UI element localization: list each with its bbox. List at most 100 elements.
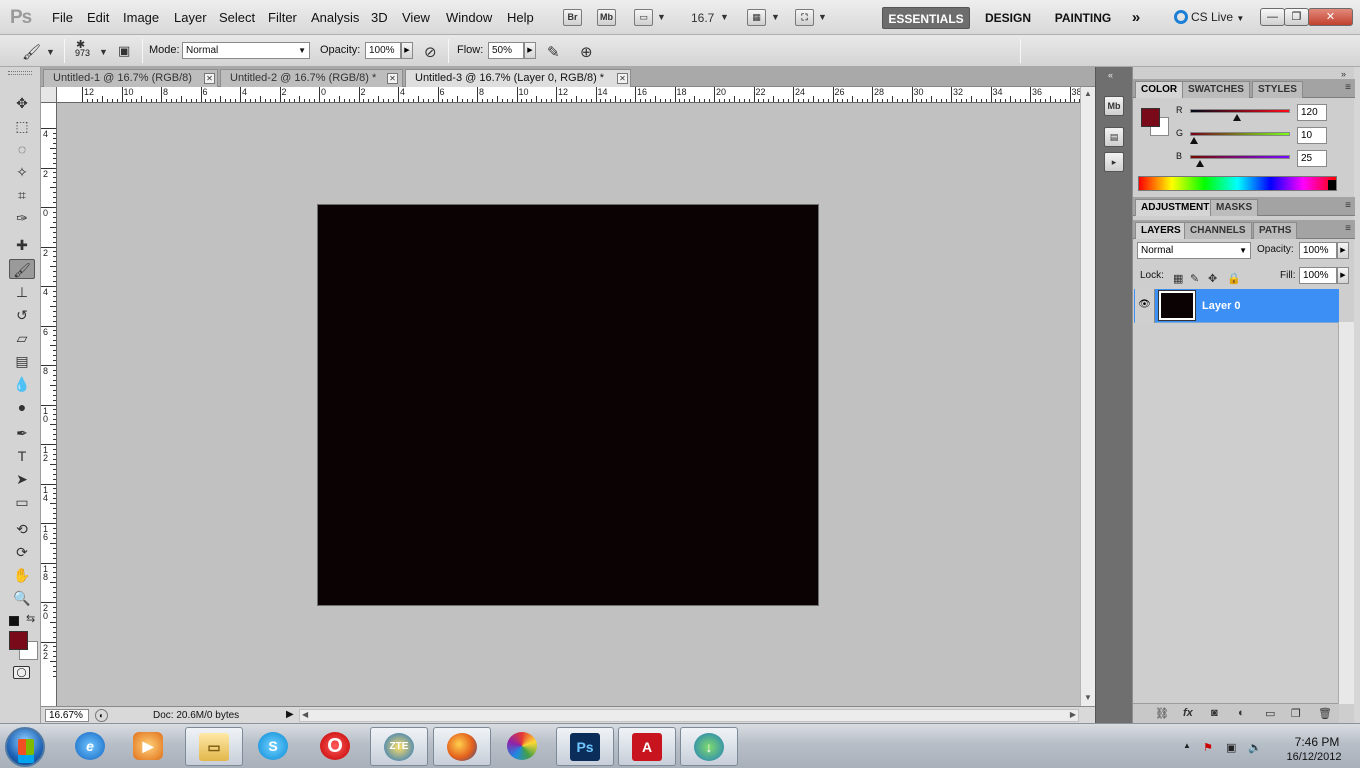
gradient-tool-icon[interactable]: ▤ [9, 351, 35, 371]
taskbar-opera[interactable]: O [307, 727, 365, 766]
horizontal-ruler[interactable]: 12 10 8 6 4 2 0 2 4 6 8 10 12 14 16 18 20 22 24 26 28 30 32 34 3… [57, 87, 1080, 103]
layer-thumbnail[interactable] [1158, 290, 1196, 321]
scroll-left-icon[interactable]: ◀ [302, 710, 308, 719]
clock-date[interactable]: 16/12/2012 [1281, 751, 1347, 763]
clone-stamp-tool-icon[interactable]: ⊥ [9, 282, 35, 302]
eraser-tool-icon[interactable]: ▱ [9, 328, 35, 348]
taskbar-download-manager[interactable]: ↓ [680, 727, 738, 766]
hand-tool-icon[interactable]: ✋ [9, 565, 35, 585]
pressure-opacity-icon[interactable]: ⊘ [424, 43, 437, 61]
menu-window[interactable]: Window [446, 10, 492, 25]
airbrush-icon[interactable]: ✎ [547, 43, 560, 61]
move-tool-icon[interactable]: ✥ [9, 93, 35, 113]
blue-slider[interactable] [1190, 155, 1290, 159]
tab-styles[interactable]: STYLES [1252, 81, 1303, 98]
type-tool-icon[interactable]: T [9, 446, 35, 466]
flow-field[interactable]: 50% [488, 42, 524, 59]
lock-all-icon[interactable]: 🔒 [1227, 272, 1241, 285]
zoom-level[interactable]: 16.7 [691, 11, 714, 25]
layer-row[interactable]: 👁 Layer 0 [1134, 289, 1339, 323]
panel-foreground-swatch[interactable] [1141, 108, 1160, 127]
shape-tool-icon[interactable]: ▭ [9, 492, 35, 512]
taskbar-zte[interactable]: ZTE [370, 727, 428, 766]
toolbox-grip[interactable] [8, 71, 32, 75]
close-button[interactable]: ✕ [1308, 8, 1353, 26]
green-slider[interactable] [1190, 132, 1290, 136]
cs-live-button[interactable]: CS Live ▼ [1174, 10, 1244, 24]
panel-menu-icon[interactable]: ≡ [1345, 82, 1351, 93]
lock-position-icon[interactable]: ✥ [1208, 272, 1217, 285]
lock-transparency-icon[interactable]: ▦ [1173, 272, 1183, 285]
start-button[interactable] [5, 727, 45, 767]
lasso-tool-icon[interactable]: ◌ [9, 139, 35, 159]
menu-layer[interactable]: Layer [174, 10, 207, 25]
chevron-down-icon[interactable]: ▼ [720, 12, 729, 22]
blue-value[interactable]: 25 [1297, 150, 1327, 167]
canvas-workspace[interactable] [57, 103, 1080, 706]
network-icon[interactable]: ▣ [1226, 741, 1236, 754]
vertical-ruler[interactable]: 4 2 0 2 4 6 8 10 12 14 16 18 20 22 [41, 103, 57, 706]
brush-tool-icon[interactable]: 🖌 [9, 259, 35, 279]
foreground-color-swatch[interactable] [9, 631, 28, 650]
volume-icon[interactable]: 🔊 [1248, 741, 1262, 754]
close-icon[interactable]: ✕ [387, 73, 398, 84]
tab-layers[interactable]: LAYERS [1135, 222, 1187, 239]
mode-select[interactable]: Normal ▼ [182, 42, 310, 59]
pen-tool-icon[interactable]: ✒ [9, 423, 35, 443]
eye-icon[interactable]: 👁 [1135, 289, 1155, 323]
tab-untitled-2[interactable]: Untitled-2 @ 16.7% (RGB/8) * ✕ [220, 69, 403, 87]
tab-masks[interactable]: MASKS [1210, 199, 1259, 216]
green-value[interactable]: 10 [1297, 127, 1327, 144]
mini-bridge-button[interactable]: Mb [597, 9, 616, 26]
tab-untitled-3[interactable]: Untitled-3 @ 16.7% (Layer 0, RGB/8) * ✕ [405, 69, 631, 87]
taskbar-media-player[interactable]: ▶ [120, 727, 178, 766]
pressure-size-icon[interactable]: ⊕ [580, 43, 593, 61]
path-selection-tool-icon[interactable]: ➤ [9, 469, 35, 489]
tab-channels[interactable]: CHANNELS [1184, 222, 1252, 239]
brush-size[interactable]: 973 [75, 48, 90, 58]
panel-menu-icon[interactable]: ≡ [1345, 223, 1351, 234]
document-canvas[interactable] [318, 205, 818, 605]
bridge-button[interactable]: Br [563, 9, 582, 26]
red-slider[interactable] [1190, 109, 1290, 113]
menu-filter[interactable]: Filter [268, 10, 297, 25]
arrange-documents-icon[interactable]: ▦ [747, 9, 766, 26]
fill-slider-button[interactable]: ▶ [1337, 267, 1349, 284]
workspace-essentials[interactable]: ESSENTIALS [882, 7, 970, 29]
tab-swatches[interactable]: SWATCHES [1182, 81, 1250, 98]
actions-panel-icon[interactable]: ▸ [1104, 152, 1124, 172]
taskbar-picasa[interactable] [494, 727, 552, 766]
healing-brush-tool-icon[interactable]: ✚ [9, 235, 35, 255]
3d-rotate-tool-icon[interactable]: ⟲ [9, 519, 35, 539]
collapse-dock-icon[interactable]: » [1341, 69, 1346, 79]
fill-field[interactable]: 100% [1299, 267, 1337, 284]
chevron-down-icon[interactable]: ▼ [99, 47, 108, 57]
menu-analysis[interactable]: Analysis [311, 10, 359, 25]
brush-preset-icon[interactable]: 🖌 [22, 43, 41, 61]
blue-slider-thumb[interactable] [1196, 160, 1204, 167]
color-spectrum-bar[interactable] [1138, 176, 1337, 191]
lock-pixels-icon[interactable]: ✎ [1190, 272, 1199, 285]
chevron-down-icon[interactable]: ▼ [46, 47, 55, 57]
taskbar-adobe-reader[interactable]: A [618, 727, 676, 766]
link-icon[interactable]: ⛓ [1155, 707, 1169, 720]
close-icon[interactable]: ✕ [617, 73, 628, 84]
history-panel-icon[interactable]: ▤ [1104, 127, 1124, 147]
zoom-tool-icon[interactable]: 🔍 [9, 588, 35, 608]
history-brush-tool-icon[interactable]: ↺ [9, 305, 35, 325]
fx-icon[interactable]: fx [1183, 707, 1193, 719]
zoom-field[interactable]: 16.67% [45, 709, 89, 722]
marquee-tool-icon[interactable]: ⬚ [9, 116, 35, 136]
clock-time[interactable]: 7:46 PM [1287, 735, 1347, 749]
layer-opacity-slider-button[interactable]: ▶ [1337, 242, 1349, 259]
extras-icon[interactable]: ▭ [634, 9, 653, 26]
menu-file[interactable]: File [52, 10, 73, 25]
chevron-down-icon[interactable]: ▼ [771, 12, 780, 22]
taskbar-photoshop[interactable]: Ps [556, 727, 614, 766]
quick-mask-icon[interactable]: ◯ [13, 666, 30, 679]
collapse-icon[interactable]: « [1108, 70, 1113, 80]
layer-opacity-field[interactable]: 100% [1299, 242, 1337, 259]
swap-colors-icon[interactable]: ⇆ [26, 612, 35, 625]
panel-menu-icon[interactable]: ≡ [1345, 200, 1351, 211]
restore-button[interactable]: ❐ [1284, 8, 1309, 26]
